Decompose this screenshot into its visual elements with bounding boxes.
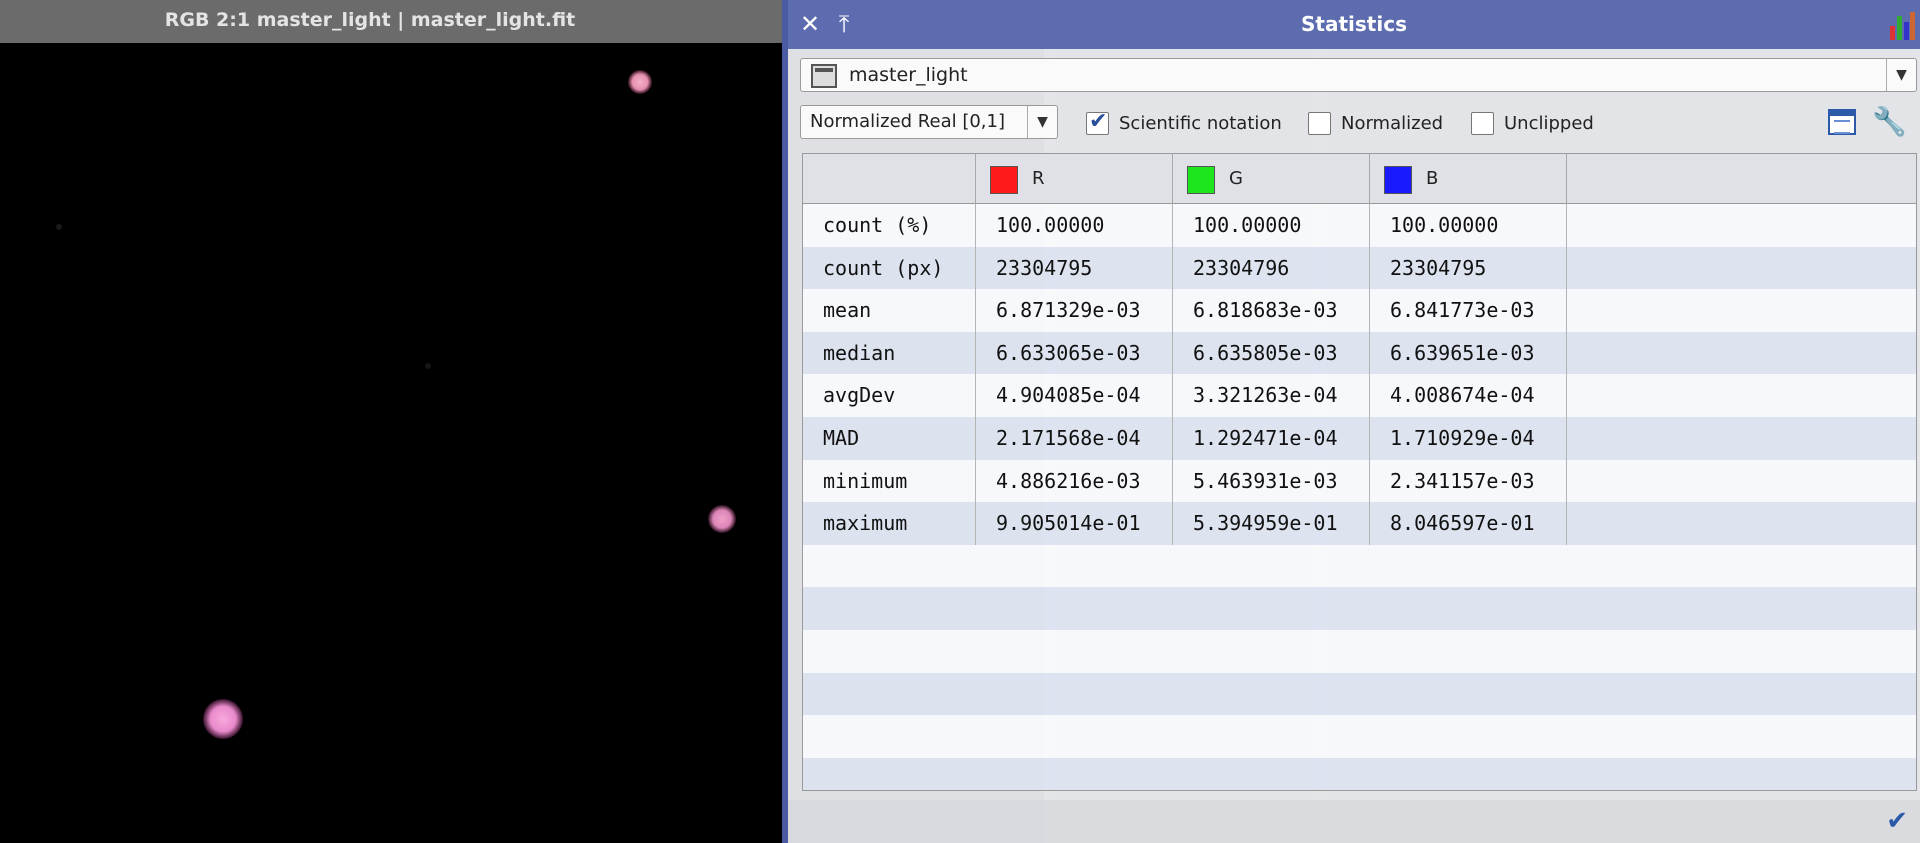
channel-header-b[interactable]: B: [1370, 154, 1567, 204]
empty-row: [803, 672, 1916, 716]
statistics-titlebar[interactable]: ✕ ⤒ Statistics: [788, 0, 1920, 49]
empty-row: [803, 715, 1916, 758]
checkbox-label: Normalized: [1341, 112, 1444, 134]
normalized-checkbox[interactable]: Normalized: [1308, 110, 1443, 136]
row-label: count (%): [803, 204, 976, 247]
statistics-tool-icon: [1888, 10, 1916, 40]
channel-color-swatch: [1187, 166, 1215, 194]
star: [628, 70, 652, 94]
value-r: 2.171568e-04: [976, 417, 1173, 460]
row-label: minimum: [803, 459, 976, 503]
statistics-window: ✕ ⤒ Statistics master_light ▼ Normalized…: [782, 0, 1920, 843]
value-r: 9.905014e-01: [976, 502, 1173, 545]
row-label: avgDev: [803, 374, 976, 417]
channel-color-swatch: [990, 166, 1018, 194]
table-header: R G B: [803, 154, 1916, 204]
value-r: 100.00000: [976, 204, 1173, 247]
row-label: maximum: [803, 502, 976, 545]
empty-row: [803, 757, 1916, 790]
image-window-title: RGB 2:1 master_light | master_light.fit: [0, 0, 784, 43]
value-b: 1.710929e-04: [1370, 417, 1567, 460]
value-g: 5.463931e-03: [1173, 459, 1370, 503]
report-icon[interactable]: [1828, 109, 1856, 135]
image-icon: [811, 64, 837, 88]
empty-row: [803, 630, 1916, 673]
empty-row: [803, 587, 1916, 630]
value-g: 3.321263e-04: [1173, 374, 1370, 417]
channel-header-g[interactable]: G: [1173, 154, 1370, 204]
chevron-down-icon[interactable]: ▼: [1886, 59, 1916, 91]
star: [708, 505, 736, 533]
channel-color-swatch: [1384, 166, 1412, 194]
checkbox-label: Scientific notation: [1119, 112, 1282, 134]
value-b: 8.046597e-01: [1370, 502, 1567, 545]
value-r: 6.633065e-03: [976, 331, 1173, 375]
channel-label: B: [1426, 168, 1439, 189]
value-b: 6.639651e-03: [1370, 331, 1567, 375]
value-b: 4.008674e-04: [1370, 374, 1567, 417]
window-title: Statistics: [1301, 12, 1407, 36]
table-row: avgDev 4.904085e-04 3.321263e-04 4.00867…: [803, 374, 1916, 417]
checkbox-label: Unclipped: [1504, 112, 1594, 134]
table-row: mean 6.871329e-03 6.818683e-03 6.841773e…: [803, 289, 1916, 332]
value-b: 23304795: [1370, 246, 1567, 290]
image-select-value: master_light: [849, 64, 968, 86]
value-r: 4.886216e-03: [976, 459, 1173, 503]
dialog-bottom-bar: ✔: [788, 800, 1920, 843]
empty-row: [803, 544, 1916, 588]
table-row: MAD 2.171568e-04 1.292471e-04 1.710929e-…: [803, 417, 1916, 460]
value-r: 23304795: [976, 246, 1173, 290]
checkbox-box[interactable]: [1471, 111, 1494, 135]
statistics-table: R G B count (%) 100.00000 100.00000 100.…: [802, 153, 1917, 791]
table-row: median 6.633065e-03 6.635805e-03 6.63965…: [803, 331, 1916, 375]
value-b: 6.841773e-03: [1370, 289, 1567, 332]
table-row: count (%) 100.00000 100.00000 100.00000: [803, 204, 1916, 247]
wrench-icon[interactable]: 🔧: [1872, 105, 1907, 139]
notation-select[interactable]: Normalized Real [0,1] ▼: [800, 105, 1058, 139]
checkmark-icon: ✔: [1089, 108, 1108, 134]
value-g: 5.394959e-01: [1173, 502, 1370, 545]
value-g: 100.00000: [1173, 204, 1370, 247]
star: [203, 699, 243, 739]
value-b: 2.341157e-03: [1370, 459, 1567, 503]
ok-check-icon[interactable]: ✔: [1886, 806, 1908, 836]
image-window: RGB 2:1 master_light | master_light.fit: [0, 0, 784, 843]
value-g: 23304796: [1173, 246, 1370, 290]
value-g: 1.292471e-04: [1173, 417, 1370, 460]
notation-select-value: Normalized Real [0,1]: [810, 111, 1005, 132]
table-row: count (px) 23304795 23304796 23304795: [803, 246, 1916, 290]
value-r: 4.904085e-04: [976, 374, 1173, 417]
row-label: mean: [803, 289, 976, 332]
star: [425, 363, 431, 369]
value-b: 100.00000: [1370, 204, 1567, 247]
table-row: minimum 4.886216e-03 5.463931e-03 2.3411…: [803, 459, 1916, 503]
row-label: count (px): [803, 246, 976, 290]
channel-label: G: [1229, 168, 1243, 189]
scientific-notation-checkbox[interactable]: ✔ Scientific notation: [1086, 108, 1282, 136]
checkbox-box[interactable]: ✔: [1086, 108, 1109, 135]
chevron-down-icon[interactable]: ▼: [1027, 106, 1057, 138]
value-g: 6.635805e-03: [1173, 331, 1370, 375]
table-row: maximum 9.905014e-01 5.394959e-01 8.0465…: [803, 502, 1916, 545]
header-corner: [803, 154, 976, 204]
value-r: 6.871329e-03: [976, 289, 1173, 332]
channel-label: R: [1032, 168, 1045, 189]
row-label: median: [803, 331, 976, 375]
row-label: MAD: [803, 417, 976, 460]
channel-header-r[interactable]: R: [976, 154, 1173, 204]
image-canvas[interactable]: [0, 43, 784, 843]
value-g: 6.818683e-03: [1173, 289, 1370, 332]
image-select[interactable]: master_light ▼: [800, 58, 1917, 92]
star: [56, 224, 62, 230]
unclipped-checkbox[interactable]: Unclipped: [1471, 110, 1594, 136]
checkbox-box[interactable]: [1308, 111, 1331, 135]
